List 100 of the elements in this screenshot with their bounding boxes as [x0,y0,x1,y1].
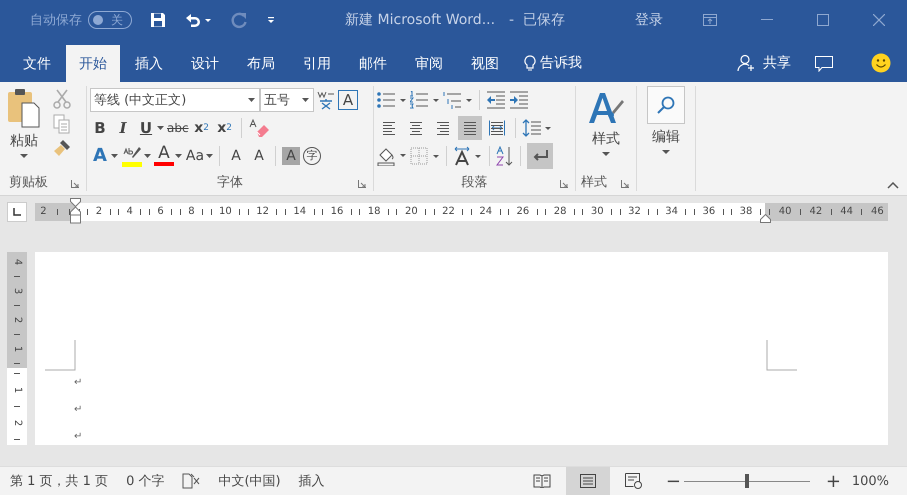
enclose-characters-button[interactable]: 字 [303,146,321,164]
sign-in-link[interactable]: 登录 [635,11,663,29]
ribbon-tab[interactable]: 邮件 [346,45,400,82]
ruler-number: 34 [665,207,678,217]
change-case-button[interactable]: Aa [185,144,205,166]
ribbon-tab[interactable]: 设计 [178,45,232,82]
numbering-icon[interactable] [410,90,440,108]
italic-button[interactable]: I [113,116,133,138]
dialog-launcher-icon[interactable] [358,180,366,188]
ruler-number: 2 [12,316,22,323]
ruler-number: 12 [256,207,269,217]
ruler-number: 44 [840,207,853,217]
show-formatting-marks-button[interactable] [527,142,553,168]
strikethrough-button[interactable]: abc [167,116,189,138]
caret-icon[interactable] [157,126,164,130]
group-label: 段落 [462,174,488,191]
underline-button[interactable]: U [136,116,156,138]
paint-bucket-icon[interactable] [377,146,407,166]
document-page[interactable]: ↵ ↵ ↵ [35,252,888,445]
ruler-number: 16 [330,207,344,217]
paste-button[interactable]: 粘贴 [3,86,45,173]
redo-icon [230,11,248,29]
caret-icon[interactable] [144,154,151,158]
superscript-button[interactable]: x$^{2}$ [214,116,235,138]
group-label: 样式 [581,174,607,191]
align-icon [462,120,478,136]
proofing-icon[interactable] [182,473,200,489]
indent-marker[interactable] [760,214,771,223]
ribbon-tab[interactable]: 开始 [66,45,120,82]
ribbon-tab[interactable]: 引用 [290,45,344,82]
line-spacing-icon[interactable] [522,118,552,136]
close-icon[interactable] [873,14,885,26]
decrease-indent-icon[interactable] [486,90,506,108]
editing-button[interactable]: 编辑 [640,86,692,191]
phonetic-guide-icon[interactable] [317,90,335,110]
align-icon [435,120,451,136]
dialog-launcher-icon[interactable] [560,180,568,188]
align-button[interactable] [458,116,482,140]
maximize-icon[interactable] [817,14,829,26]
comment-icon[interactable] [815,56,833,72]
ribbon-tab[interactable]: 视图 [458,45,512,82]
undo-icon[interactable] [184,12,212,28]
grow-font-button[interactable]: A [226,144,246,166]
language-indicator[interactable]: 中文(中国) [218,472,281,490]
eraser-icon[interactable] [248,118,270,138]
sort-icon[interactable] [496,146,514,166]
multilevel-list-icon[interactable] [443,90,473,108]
page-count[interactable]: 第 1 页，共 1 页 [10,472,108,490]
bullets-icon[interactable] [377,90,407,108]
share-button[interactable]: 共享 [763,54,791,72]
ribbon-display-icon[interactable] [703,14,717,26]
ruler-number: 20 [404,207,418,217]
caret-icon [602,152,610,157]
tell-me-field[interactable]: 告诉我 [540,54,582,72]
group-label: 剪贴板 [9,174,48,191]
smiley-icon[interactable] [871,53,891,73]
zoom-percent[interactable]: 100% [852,474,889,488]
caret-icon[interactable] [175,154,182,158]
ribbon-tab[interactable]: 审阅 [402,45,456,82]
font-size-dropdown[interactable]: 五号 [260,88,314,112]
collapse-ribbon-icon[interactable] [887,182,899,189]
caret-icon[interactable] [206,154,213,158]
minimize-icon[interactable] [761,19,773,21]
character-border-button[interactable]: A [338,90,358,110]
ribbon-tab[interactable]: 文件 [10,45,64,82]
ruler-number: 30 [590,207,604,217]
bold-button[interactable]: B [90,116,110,138]
caret-icon [302,98,309,102]
ribbon-tab[interactable]: 布局 [234,45,288,82]
view-button[interactable] [566,467,610,495]
ribbon-tab[interactable]: 插入 [122,45,176,82]
zoom-slider[interactable] [684,473,810,489]
tab-selector-button[interactable] [7,202,27,222]
font-color-button[interactable]: A [154,146,174,166]
styles-button[interactable]: 样式 [579,86,633,173]
text-effects-button[interactable]: A [90,144,110,166]
save-icon[interactable] [150,12,166,28]
highlighter-icon[interactable] [121,144,143,166]
font-name-dropdown[interactable]: 等线 (中文正文) [90,88,260,112]
text-direction-icon[interactable] [453,146,483,166]
increase-indent-icon[interactable] [509,90,529,108]
zoom-out-button[interactable]: − [666,470,678,492]
ruler-number: 46 [870,207,884,217]
dialog-launcher-icon[interactable] [71,180,79,188]
ruler-number: 6 [157,207,164,217]
caret-icon[interactable] [111,154,118,158]
format-painter-icon[interactable] [53,139,71,157]
shrink-font-button[interactable]: A [249,144,269,166]
word-count[interactable]: 0 个字 [126,472,164,490]
lightbulb-icon [524,55,536,72]
caret-icon [662,150,670,155]
align-icon [489,120,505,136]
character-shading-button[interactable]: A [282,146,300,164]
zoom-in-button[interactable]: + [826,470,838,492]
insert-mode-indicator[interactable]: 插入 [298,472,325,490]
customize-caret-icon[interactable] [266,15,276,25]
dialog-launcher-icon[interactable] [621,180,629,188]
copy-icon [53,114,71,134]
book-icon [532,474,551,488]
ruler-number: 2 [40,207,47,217]
